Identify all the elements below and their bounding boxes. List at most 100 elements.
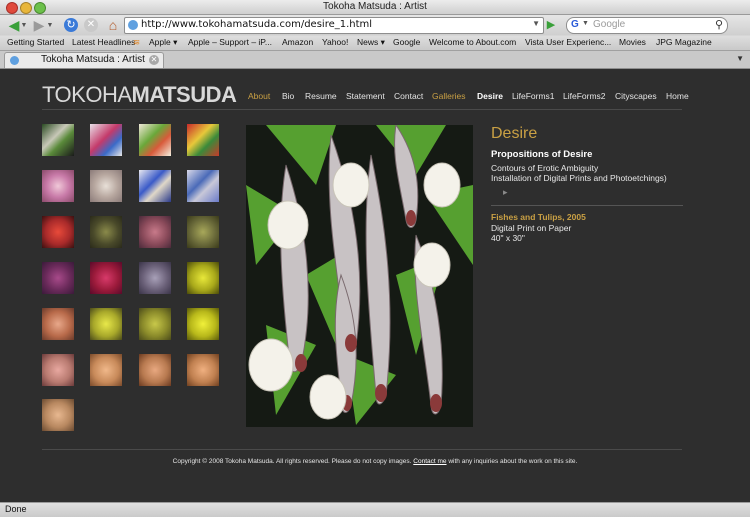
bookmark-item[interactable]: Yahoo! [322, 37, 348, 47]
web-page: TOKOHAMATSUDA About Bio Resume Statement… [0, 69, 750, 502]
bookmark-item[interactable]: Apple ▾ [149, 37, 177, 48]
home-button[interactable]: ⌂ [104, 16, 122, 34]
gallery-thumbnail[interactable] [42, 262, 74, 294]
site-logo[interactable]: TOKOHAMATSUDA [42, 82, 237, 108]
home-icon: ⌂ [108, 17, 118, 33]
reload-icon: ↻ [64, 18, 78, 32]
bookmarks-bar: Getting Started Latest Headlines ≋ Apple… [0, 36, 750, 51]
search-box[interactable]: G ▼ Google ⚲ [566, 17, 728, 34]
gallery-thumbnail[interactable] [139, 354, 171, 386]
footer-text-after: with any inquiries about the work on thi… [448, 458, 578, 465]
reload-button[interactable]: ↻ [62, 16, 80, 34]
stop-button[interactable]: ✕ [82, 16, 100, 34]
artwork-image [246, 125, 473, 427]
navigation-toolbar: ◀ ▼ ▶ ▼ ↻ ✕ ⌂ http://www.tokohamatsuda.c… [0, 15, 750, 35]
stop-icon: ✕ [84, 18, 98, 32]
forward-dropdown-icon[interactable]: ▼ [46, 16, 54, 34]
nav-home[interactable]: Home [666, 91, 689, 101]
gallery-thumbnail[interactable] [187, 124, 219, 156]
next-arrow-icon[interactable]: ▸ [503, 187, 508, 198]
artwork-medium: Digital Print on Paper [491, 223, 572, 233]
bookmark-item[interactable]: Welcome to About.com [429, 37, 516, 47]
nav-cityscapes[interactable]: Cityscapes [615, 91, 657, 101]
nav-statement[interactable]: Statement [346, 91, 385, 101]
nav-about[interactable]: About [248, 91, 270, 101]
bookmark-item[interactable]: Getting Started [7, 37, 64, 47]
status-bar: Done [0, 502, 750, 517]
tab-bar: Tokoha Matsuda : Artist ✕ ▼ [0, 51, 750, 69]
site-footer: Copyright © 2008 Tokoha Matsuda. All rig… [0, 458, 750, 465]
contact-me-link[interactable]: Contact me [413, 458, 446, 465]
gallery-thumbnail[interactable] [42, 308, 74, 340]
gallery-thumbnail[interactable] [90, 216, 122, 248]
window-title: Tokoha Matsuda : Artist [323, 1, 427, 12]
footer-divider [42, 449, 682, 450]
nav-resume[interactable]: Resume [305, 91, 337, 101]
gallery-thumbnail[interactable] [187, 170, 219, 202]
gallery-thumbnail[interactable] [90, 262, 122, 294]
bookmark-item[interactable]: News ▾ [357, 37, 385, 48]
gallery-title: Desire [491, 125, 538, 142]
gallery-thumbnail[interactable] [42, 399, 74, 431]
status-text: Done [5, 504, 27, 514]
gallery-thumbnail[interactable] [90, 354, 122, 386]
tab-list-dropdown-icon[interactable]: ▼ [736, 54, 744, 63]
rss-icon: ≋ [133, 37, 141, 47]
gallery-thumbnail[interactable] [187, 308, 219, 340]
gallery-thumbnail[interactable] [139, 262, 171, 294]
tab-label: Tokoha Matsuda : Artist [41, 54, 145, 65]
gallery-thumbnail[interactable] [90, 124, 122, 156]
search-engine-dropdown-icon[interactable]: ▼ [582, 20, 589, 27]
bookmark-item[interactable]: Apple – Support – iP... [188, 37, 272, 47]
bookmark-item[interactable]: Amazon [282, 37, 313, 47]
search-icon[interactable]: ⚲ [715, 18, 723, 31]
gallery-thumbnail[interactable] [90, 170, 122, 202]
gallery-thumbnail[interactable] [187, 354, 219, 386]
tab-close-icon[interactable]: ✕ [149, 55, 159, 65]
fishes-tulips-artwork [246, 125, 473, 427]
gallery-description-line: Installation of Digital Prints and Photo… [491, 173, 667, 183]
bookmark-item[interactable]: Movies [619, 37, 646, 47]
bookmark-item[interactable]: Latest Headlines [72, 37, 135, 47]
gallery-thumbnail[interactable] [139, 308, 171, 340]
info-divider [491, 205, 683, 206]
tab-current[interactable]: Tokoha Matsuda : Artist ✕ [4, 52, 164, 68]
bookmark-item[interactable]: Google [393, 37, 420, 47]
go-arrow-icon[interactable]: ▶ [544, 18, 558, 32]
artwork-title: Fishes and Tulips, 2005 [491, 212, 586, 222]
bookmark-item[interactable]: JPG Magazine [656, 37, 712, 47]
address-bar[interactable]: http://www.tokohamatsuda.com/desire_1.ht… [124, 17, 544, 34]
gallery-thumbnail[interactable] [139, 170, 171, 202]
artwork-size: 40" x 30" [491, 233, 525, 243]
gallery-thumbnail[interactable] [42, 354, 74, 386]
gallery-thumbnail[interactable] [139, 216, 171, 248]
site-favicon-icon [128, 20, 138, 30]
gallery-thumbnail[interactable] [90, 308, 122, 340]
bookmark-item[interactable]: Vista User Experienc... [525, 37, 611, 47]
gallery-thumbnail[interactable] [42, 170, 74, 202]
nav-contact[interactable]: Contact [394, 91, 423, 101]
gallery-thumbnail[interactable] [42, 124, 74, 156]
search-engine-icon[interactable]: G [571, 19, 579, 30]
gallery-thumbnail[interactable] [42, 216, 74, 248]
url-history-dropdown-icon[interactable]: ▼ [532, 19, 540, 28]
gallery-thumbnail[interactable] [139, 124, 171, 156]
nav-desire[interactable]: Desire [477, 91, 503, 101]
nav-bio[interactable]: Bio [282, 91, 294, 101]
url-text[interactable]: http://www.tokohamatsuda.com/desire_1.ht… [141, 19, 372, 30]
gallery-thumbnail[interactable] [187, 262, 219, 294]
search-input[interactable]: Google [593, 19, 625, 30]
window-titlebar: Tokoha Matsuda : Artist [0, 0, 750, 15]
nav-lifeforms1[interactable]: LifeForms1 [512, 91, 555, 101]
gallery-subtitle: Propositions of Desire [491, 149, 593, 160]
nav-lifeforms2[interactable]: LifeForms2 [563, 91, 606, 101]
logo-first-name: TOKOHA [42, 82, 132, 107]
tab-favicon-icon [10, 56, 19, 65]
copyright-text: Copyright © 2008 Tokoha Matsuda. All rig… [172, 458, 412, 465]
back-dropdown-icon[interactable]: ▼ [20, 16, 28, 34]
header-divider [42, 109, 682, 110]
logo-last-name: MATSUDA [131, 82, 237, 107]
gallery-thumbnail[interactable] [187, 216, 219, 248]
nav-galleries[interactable]: Galleries [432, 91, 466, 101]
gallery-description-line: Contours of Erotic Ambiguity [491, 163, 599, 173]
